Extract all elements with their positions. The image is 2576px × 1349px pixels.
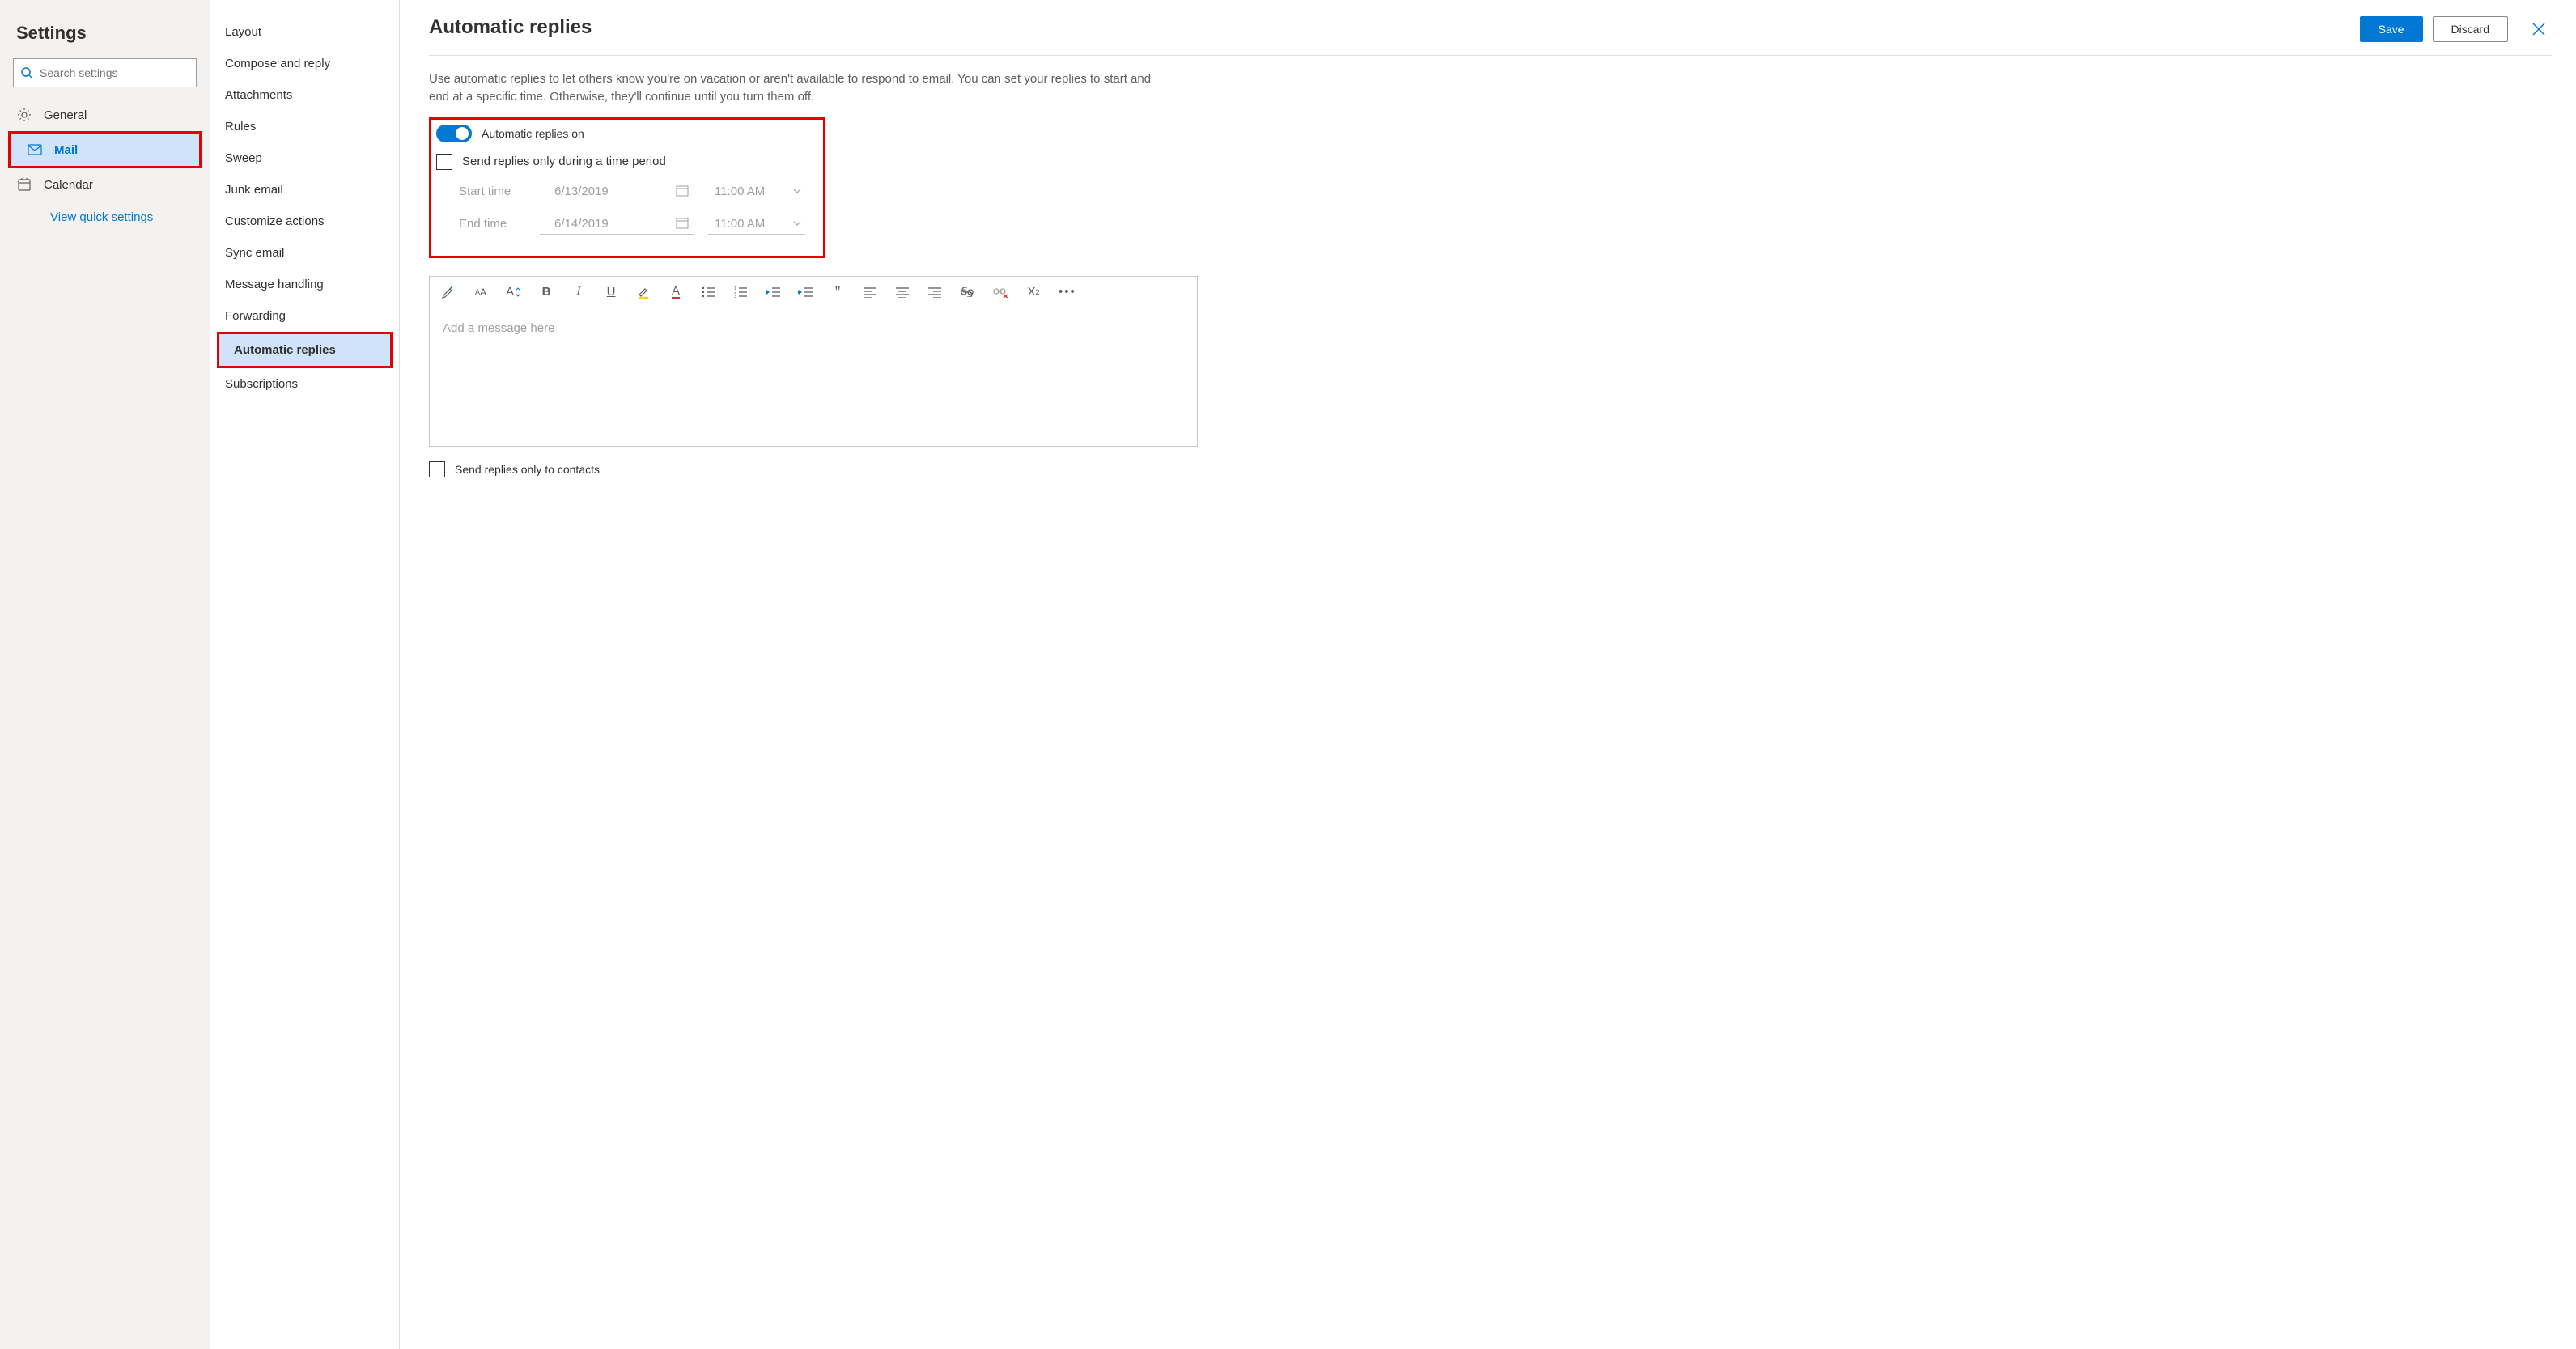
- nav-item-mail[interactable]: Mail: [11, 134, 199, 166]
- align-right-icon[interactable]: [927, 283, 942, 301]
- start-time-value: 11:00 AM: [715, 185, 765, 198]
- contacts-only-checkbox[interactable]: [429, 461, 445, 477]
- align-left-icon[interactable]: [863, 283, 877, 301]
- increase-indent-icon[interactable]: [798, 283, 813, 301]
- subnav-automatic-replies[interactable]: Automatic replies: [219, 334, 390, 366]
- nav-item-calendar[interactable]: Calendar: [0, 168, 210, 201]
- nav-label-general: General: [44, 108, 87, 122]
- superscript-icon[interactable]: X2: [1026, 283, 1041, 301]
- more-options-icon[interactable]: •••: [1059, 283, 1076, 301]
- view-quick-settings-link[interactable]: View quick settings: [0, 201, 210, 234]
- start-time-dropdown[interactable]: 11:00 AM: [708, 181, 805, 202]
- toggle-label: Automatic replies on: [482, 127, 584, 140]
- quote-icon[interactable]: ": [830, 283, 845, 301]
- search-icon: [20, 66, 33, 79]
- chevron-down-icon: [792, 218, 802, 228]
- subnav-customize-actions[interactable]: Customize actions: [210, 206, 399, 237]
- paint-format-icon[interactable]: [441, 283, 456, 301]
- underline-icon[interactable]: U: [604, 283, 618, 301]
- panel-description: Use automatic replies to let others know…: [429, 70, 1173, 106]
- font-color-icon[interactable]: A: [668, 283, 683, 301]
- time-period-checkbox[interactable]: [436, 154, 452, 170]
- bullet-list-icon[interactable]: [701, 283, 715, 301]
- end-time-value: 11:00 AM: [715, 217, 765, 231]
- end-time-dropdown[interactable]: 11:00 AM: [708, 214, 805, 235]
- subnav-forwarding[interactable]: Forwarding: [210, 300, 399, 332]
- bold-icon[interactable]: B: [539, 283, 554, 301]
- subnav-attachments[interactable]: Attachments: [210, 79, 399, 111]
- discard-button[interactable]: Discard: [2433, 16, 2508, 42]
- nav-label-mail: Mail: [54, 143, 78, 157]
- reply-message-textarea[interactable]: [430, 308, 1197, 446]
- align-center-icon[interactable]: [895, 283, 910, 301]
- subnav-junk-email[interactable]: Junk email: [210, 174, 399, 206]
- close-icon: [2531, 22, 2546, 36]
- automatic-replies-toggle[interactable]: [436, 125, 472, 142]
- panel-title: Automatic replies: [429, 16, 592, 39]
- contacts-only-label: Send replies only to contacts: [455, 463, 600, 476]
- start-time-label: Start time: [459, 185, 540, 198]
- end-date-picker[interactable]: 6/14/2019: [540, 214, 694, 235]
- font-family-icon[interactable]: AA: [473, 283, 488, 301]
- calendar-icon: [676, 185, 689, 197]
- subnav-sync-email[interactable]: Sync email: [210, 237, 399, 269]
- editor-toolbar: AA A B I U A 123 ": [430, 277, 1197, 308]
- nav-label-calendar: Calendar: [44, 178, 93, 192]
- numbered-list-icon[interactable]: 123: [733, 283, 748, 301]
- start-date-value: 6/13/2019: [554, 185, 609, 198]
- settings-sidebar: Settings General Mail Calendar View quic…: [0, 0, 210, 1349]
- font-size-icon[interactable]: A: [506, 283, 521, 301]
- calendar-icon: [16, 176, 32, 193]
- settings-title: Settings: [0, 10, 210, 58]
- end-date-value: 6/14/2019: [554, 217, 609, 231]
- subnav-rules[interactable]: Rules: [210, 111, 399, 142]
- start-date-picker[interactable]: 6/13/2019: [540, 181, 694, 202]
- subnav-sweep[interactable]: Sweep: [210, 142, 399, 174]
- mail-icon: [27, 142, 43, 158]
- automatic-replies-panel: Automatic replies Save Discard Use autom…: [400, 0, 2576, 1349]
- time-period-label: Send replies only during a time period: [462, 155, 666, 168]
- close-button[interactable]: [2526, 16, 2552, 42]
- end-time-label: End time: [459, 217, 540, 231]
- subnav-layout[interactable]: Layout: [210, 16, 399, 48]
- highlight-icon[interactable]: [636, 283, 651, 301]
- search-settings-input[interactable]: [40, 66, 189, 79]
- gear-icon: [16, 107, 32, 123]
- chevron-down-icon: [792, 186, 802, 196]
- subnav-compose-reply[interactable]: Compose and reply: [210, 48, 399, 79]
- reply-message-editor: AA A B I U A 123 ": [429, 276, 1198, 447]
- insert-link-icon[interactable]: [960, 283, 974, 301]
- italic-icon[interactable]: I: [571, 283, 586, 301]
- search-settings-box[interactable]: [13, 58, 197, 87]
- subnav-message-handling[interactable]: Message handling: [210, 269, 399, 300]
- nav-item-general[interactable]: General: [0, 99, 210, 131]
- calendar-icon: [676, 217, 689, 230]
- svg-text:3: 3: [734, 295, 736, 298]
- decrease-indent-icon[interactable]: [766, 283, 780, 301]
- subnav-subscriptions[interactable]: Subscriptions: [210, 368, 399, 400]
- mail-settings-subnav: Layout Compose and reply Attachments Rul…: [210, 0, 400, 1349]
- highlighted-schedule-block: Automatic replies on Send replies only d…: [429, 117, 825, 258]
- remove-link-icon[interactable]: [992, 283, 1008, 301]
- save-button[interactable]: Save: [2360, 16, 2423, 42]
